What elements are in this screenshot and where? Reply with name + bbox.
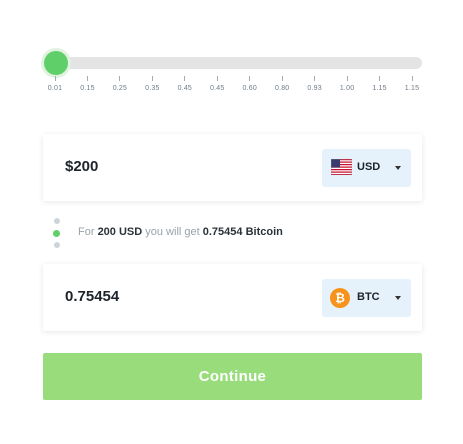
from-amount-input[interactable]: $200 <box>65 158 98 175</box>
tick-mark <box>314 76 316 81</box>
info-prefix: For <box>78 226 95 238</box>
from-currency-select[interactable]: USD <box>322 149 411 187</box>
tick-mark <box>151 76 153 81</box>
tick-mark <box>346 76 348 81</box>
conversion-info: For 200 USD you will get 0.75454 Bitcoin <box>78 226 283 238</box>
info-amount: 200 USD <box>97 226 143 238</box>
tick-mark <box>184 76 186 81</box>
step-indicator <box>53 218 61 248</box>
tick-mark <box>54 76 56 81</box>
chevron-down-icon <box>395 296 401 300</box>
us-flag-icon <box>331 159 352 175</box>
info-middle: you will get <box>145 226 200 238</box>
step-dot <box>54 242 60 248</box>
slider-tick: 1.15 <box>392 76 432 92</box>
amount-slider[interactable]: 0.01 0.15 0.25 0.35 0.45 0.45 0.60 0.80 0.93 1.00… <box>43 48 422 96</box>
tick-mark <box>379 76 381 81</box>
step-dot-active <box>53 230 60 237</box>
continue-button[interactable]: Continue <box>43 353 422 400</box>
tick-mark <box>281 76 283 81</box>
tick-mark <box>216 76 218 81</box>
chevron-down-icon <box>395 166 401 170</box>
to-currency-select[interactable]: ₿ BTC <box>322 279 411 317</box>
from-currency-code: USD <box>357 161 381 173</box>
to-amount-input[interactable]: 0.75454 <box>65 288 119 305</box>
tick-mark <box>86 76 88 81</box>
slider-ticks: 0.01 0.15 0.25 0.35 0.45 0.45 0.60 0.80 0.93 1.00… <box>48 76 419 94</box>
tick-label: 1.15 <box>404 85 420 92</box>
from-amount-card: $200 USD <box>43 134 422 201</box>
slider-track[interactable] <box>55 57 422 69</box>
tick-mark <box>411 76 413 81</box>
tick-mark <box>249 76 251 81</box>
step-dot <box>54 218 60 224</box>
bitcoin-icon: ₿ <box>330 288 350 308</box>
to-currency-code: BTC <box>357 291 380 303</box>
info-result: 0.75454 Bitcoin <box>202 226 283 238</box>
slider-thumb[interactable] <box>44 51 68 75</box>
tick-mark <box>119 76 121 81</box>
to-amount-card: 0.75454 ₿ BTC <box>43 264 422 331</box>
